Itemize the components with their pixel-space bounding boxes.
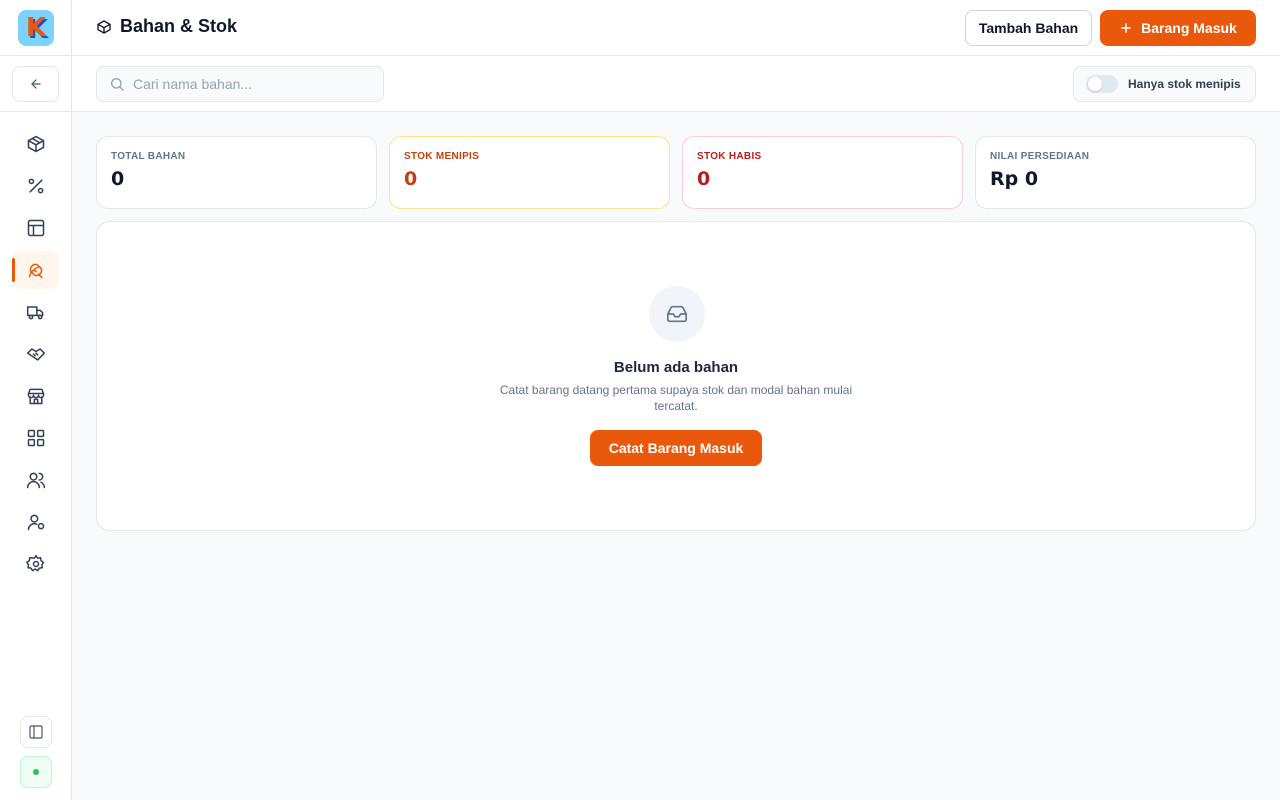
ingredients-icon bbox=[28, 263, 43, 279]
arrow-left-icon bbox=[30, 79, 41, 89]
page-title-wrap: Bahan & Stok bbox=[96, 16, 237, 37]
truck-icon bbox=[26, 306, 43, 320]
plus-icon bbox=[1121, 23, 1131, 33]
stat-low-stock: STOK MENIPIS 0 bbox=[389, 136, 670, 209]
gear-icon bbox=[25, 554, 44, 572]
stat-label: NILAI PERSEDIAAN bbox=[990, 151, 1090, 162]
low-stock-toggle-label: Hanya stok menipis bbox=[1128, 77, 1241, 91]
store-icon bbox=[27, 388, 44, 405]
toggle-switch[interactable] bbox=[1086, 75, 1118, 93]
materials-panel: Belum ada bahan Catat barang datang pert… bbox=[96, 221, 1256, 531]
sidebar-item-discounts[interactable] bbox=[12, 167, 59, 205]
page-title: Bahan & Stok bbox=[120, 16, 238, 36]
package-icon bbox=[97, 19, 111, 34]
sidebar-nav bbox=[12, 125, 59, 587]
users-icon bbox=[26, 472, 45, 489]
search-icon bbox=[111, 78, 124, 91]
stat-label: TOTAL BAHAN bbox=[111, 151, 186, 162]
sidebar-item-products[interactable] bbox=[12, 125, 59, 163]
search-input[interactable] bbox=[133, 76, 373, 92]
stat-inventory-value: NILAI PERSEDIAAN Rp 0 bbox=[975, 136, 1256, 209]
incoming-goods-button[interactable]: Barang Masuk bbox=[1100, 10, 1256, 46]
toolbar: Hanya stok menipis bbox=[72, 56, 1280, 112]
record-incoming-button[interactable]: Catat Barang Masuk bbox=[590, 430, 762, 466]
empty-state-description: Catat barang datang pertama supaya stok … bbox=[499, 383, 853, 413]
sidebar-item-ingredients[interactable] bbox=[12, 251, 59, 289]
sidebar-item-settings[interactable] bbox=[12, 545, 59, 583]
user-cog-icon bbox=[27, 514, 44, 531]
layout-icon bbox=[27, 219, 44, 237]
stat-out-of-stock: STOK HABIS 0 bbox=[682, 136, 963, 209]
toggle-knob bbox=[1088, 77, 1102, 91]
app-logo[interactable]: K bbox=[18, 10, 54, 46]
online-status bbox=[20, 756, 52, 788]
status-dot bbox=[33, 769, 39, 775]
low-stock-toggle[interactable]: Hanya stok menipis bbox=[1073, 66, 1256, 102]
logo-letter: K bbox=[25, 13, 47, 43]
stat-value: 0 bbox=[404, 168, 418, 190]
stat-value: 0 bbox=[697, 168, 711, 190]
sidebar-item-partners[interactable] bbox=[12, 335, 59, 373]
page-header: Bahan & Stok Tambah Bahan Barang Masuk bbox=[72, 0, 1280, 56]
incoming-goods-label: Barang Masuk bbox=[1141, 20, 1237, 36]
sidebar-item-layout[interactable] bbox=[12, 209, 59, 247]
grid-icon bbox=[27, 429, 44, 447]
handshake-icon bbox=[26, 348, 45, 361]
sidebar-item-staff[interactable] bbox=[12, 503, 59, 541]
sidebar-item-delivery[interactable] bbox=[12, 293, 59, 331]
empty-state-icon-wrap bbox=[649, 286, 705, 342]
sidebar-item-outlets[interactable] bbox=[12, 377, 59, 415]
stat-label: STOK HABIS bbox=[697, 151, 762, 162]
stat-total-materials: TOTAL BAHAN 0 bbox=[96, 136, 377, 209]
sidebar-item-apps[interactable] bbox=[12, 419, 59, 457]
sidebar-item-customers[interactable] bbox=[12, 461, 59, 499]
sidebar: K bbox=[0, 0, 72, 800]
empty-state-title: Belum ada bahan bbox=[613, 359, 739, 376]
sidebar-divider bbox=[0, 111, 72, 112]
inbox-icon bbox=[667, 305, 687, 323]
percent-icon bbox=[28, 178, 43, 194]
back-button[interactable] bbox=[12, 66, 59, 102]
stat-value: Rp 0 bbox=[990, 168, 1039, 190]
stat-label: STOK MENIPIS bbox=[404, 151, 480, 162]
package-icon bbox=[27, 135, 44, 153]
sidebar-toggle-icon bbox=[29, 725, 43, 739]
stat-value: 0 bbox=[111, 168, 125, 190]
search-box[interactable] bbox=[96, 66, 384, 102]
collapse-sidebar-button[interactable] bbox=[20, 716, 52, 748]
add-material-button[interactable]: Tambah Bahan bbox=[965, 10, 1092, 46]
sidebar-divider bbox=[0, 55, 72, 56]
